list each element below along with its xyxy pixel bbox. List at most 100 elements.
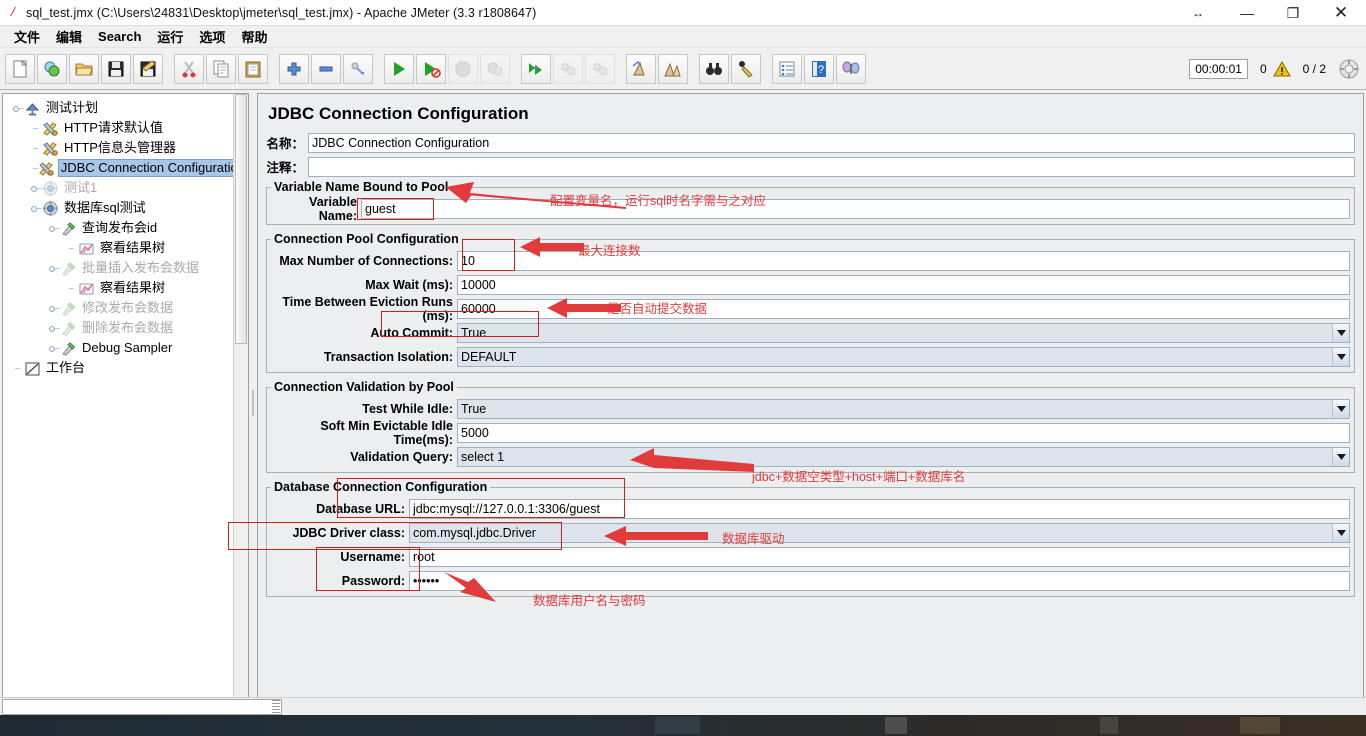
resize-grip-icon[interactable] (272, 699, 280, 714)
save-button[interactable] (101, 53, 131, 84)
tree-node-expander-icon[interactable] (49, 303, 60, 314)
help-book-icon[interactable]: ? (804, 53, 834, 84)
start-remote-button[interactable] (521, 53, 551, 84)
error-indicator[interactable]: 0 (1260, 60, 1291, 78)
database-url-row: Database URL: jdbc:mysql://127.0.0.1:330… (271, 498, 1350, 519)
binoculars-icon[interactable] (699, 53, 729, 84)
element-comment-field[interactable] (308, 156, 1355, 177)
tree-node[interactable]: Debug Sampler (7, 338, 248, 358)
max-wait-field[interactable]: 10000 (457, 274, 1350, 295)
tree-node-expander-icon[interactable] (31, 203, 42, 214)
start-no-pauses-button[interactable] (416, 53, 446, 84)
group-database-connection: Database Connection Configuration Databa… (266, 480, 1355, 597)
menu-file[interactable]: 文件 (6, 25, 48, 48)
tree-node-expander-icon[interactable] (31, 183, 42, 194)
tree-node-expander-icon[interactable] (13, 103, 24, 114)
test-while-idle-row: Test While Idle: True (271, 398, 1350, 419)
auto-commit-combo[interactable]: True (457, 322, 1350, 343)
taskbar-item[interactable] (1100, 717, 1118, 734)
tree-node-expander-icon[interactable] (49, 323, 60, 334)
tree-node-expander-icon[interactable] (49, 263, 60, 274)
taskbar-item[interactable] (885, 717, 907, 734)
butterfly-icon[interactable] (836, 53, 866, 84)
close-button[interactable]: ✕ (1316, 0, 1366, 26)
tree-node[interactable]: 修改发布会数据 (7, 298, 248, 318)
tree-node-label: 测试计划 (46, 100, 99, 115)
menu-help[interactable]: 帮助 (233, 25, 275, 48)
max-connections-field[interactable]: 10 (457, 250, 1350, 271)
error-count: 0 (1259, 62, 1267, 76)
paste-button[interactable] (238, 53, 268, 84)
group-variable-name-bound: Variable Name Bound to Pool Variable Nam… (266, 180, 1355, 225)
tree-node-label: 察看结果树 (100, 280, 166, 295)
maximize-button[interactable]: ❐ (1270, 0, 1316, 26)
collapse-all-button[interactable] (311, 53, 341, 84)
chevron-down-icon[interactable] (1332, 347, 1349, 366)
tree-node[interactable]: 查询发布会id (7, 218, 248, 238)
start-button[interactable] (384, 53, 414, 84)
status-text-field[interactable] (2, 698, 282, 715)
eviction-runs-field[interactable]: 60000 (457, 298, 1350, 319)
username-field[interactable]: root (409, 546, 1350, 567)
tree-node[interactable]: 察看结果树 (7, 238, 248, 258)
transaction-isolation-combo[interactable]: DEFAULT (457, 346, 1350, 367)
group-connection-pool-legend: Connection Pool Configuration (274, 232, 459, 246)
minimize-button[interactable]: — (1224, 0, 1270, 26)
menu-options[interactable]: 选项 (191, 25, 233, 48)
clear-all-button[interactable] (658, 53, 688, 84)
chevron-down-icon[interactable] (1332, 399, 1349, 418)
jdbc-driver-class-combo[interactable]: com.mysql.jdbc.Driver (409, 522, 1350, 543)
copy-button[interactable] (206, 53, 236, 84)
save-as-button[interactable] (133, 53, 163, 84)
taskbar-clock[interactable] (1240, 717, 1280, 734)
function-list-icon[interactable] (772, 53, 802, 84)
tree-node[interactable]: HTTP请求默认值 (7, 118, 248, 138)
variable-name-field[interactable]: guest (361, 198, 1350, 219)
expand-all-button[interactable] (279, 53, 309, 84)
tree-node[interactable]: 察看结果树 (7, 278, 248, 298)
open-button[interactable] (69, 53, 99, 84)
menu-edit[interactable]: 编辑 (48, 25, 90, 48)
templates-button[interactable] (37, 53, 67, 84)
menu-run[interactable]: 运行 (149, 25, 191, 48)
thread-group-icon (42, 200, 59, 217)
tree-node[interactable]: 工作台 (7, 358, 248, 378)
tree-vertical-scrollbar[interactable] (233, 94, 248, 712)
sampler-pipette-icon (60, 320, 77, 337)
search-reset-button[interactable] (731, 53, 761, 84)
taskbar-item[interactable] (655, 717, 700, 734)
os-taskbar[interactable] (0, 715, 1366, 736)
main-split: 测试计划 HTTP请求默认值 HTTP信息头管理器 JDBC Connection C… (0, 91, 1366, 715)
chevron-down-icon[interactable] (1332, 447, 1349, 466)
menu-search[interactable]: Search (90, 27, 149, 46)
cut-button[interactable] (174, 53, 204, 84)
split-divider[interactable] (249, 91, 257, 715)
tree-node-expander-icon[interactable] (49, 223, 60, 234)
scrollbar-thumb[interactable] (235, 94, 247, 344)
group-connection-validation-legend: Connection Validation by Pool (274, 380, 454, 394)
tree-node[interactable]: 数据库sql测试 (7, 198, 248, 218)
chevron-down-icon[interactable] (1332, 323, 1349, 342)
test-while-idle-combo[interactable]: True (457, 398, 1350, 419)
validation-query-combo[interactable]: select 1 (457, 446, 1350, 467)
database-url-field[interactable]: jdbc:mysql://127.0.0.1:3306/guest (409, 498, 1350, 519)
tree-node[interactable]: 测试1 (7, 178, 248, 198)
tree-node[interactable]: 测试计划 (7, 98, 248, 118)
tree-node[interactable]: 批量插入发布会数据 (7, 258, 248, 278)
password-field[interactable]: •••••• (409, 570, 1350, 591)
tree-node[interactable]: HTTP信息头管理器 (7, 138, 248, 158)
test-plan-tree[interactable]: 测试计划 HTTP请求默认值 HTTP信息头管理器 JDBC Connection C… (2, 93, 249, 713)
restore-arrows-icon[interactable]: ↔ (1172, 0, 1224, 26)
clear-button[interactable] (626, 53, 656, 84)
tree-node[interactable]: 删除发布会数据 (7, 318, 248, 338)
threads-gear-icon[interactable] (1338, 58, 1360, 80)
tree-node-label: 数据库sql测试 (64, 200, 146, 215)
name-label: 名称： (266, 137, 304, 151)
toggle-button[interactable] (343, 53, 373, 84)
chevron-down-icon[interactable] (1332, 523, 1349, 542)
tree-node[interactable]: JDBC Connection Configuration (7, 158, 248, 178)
new-button[interactable] (5, 53, 35, 84)
soft-min-evictable-field[interactable]: 5000 (457, 422, 1350, 443)
element-name-field[interactable]: JDBC Connection Configuration (308, 132, 1355, 153)
tree-node-expander-icon[interactable] (49, 343, 60, 354)
